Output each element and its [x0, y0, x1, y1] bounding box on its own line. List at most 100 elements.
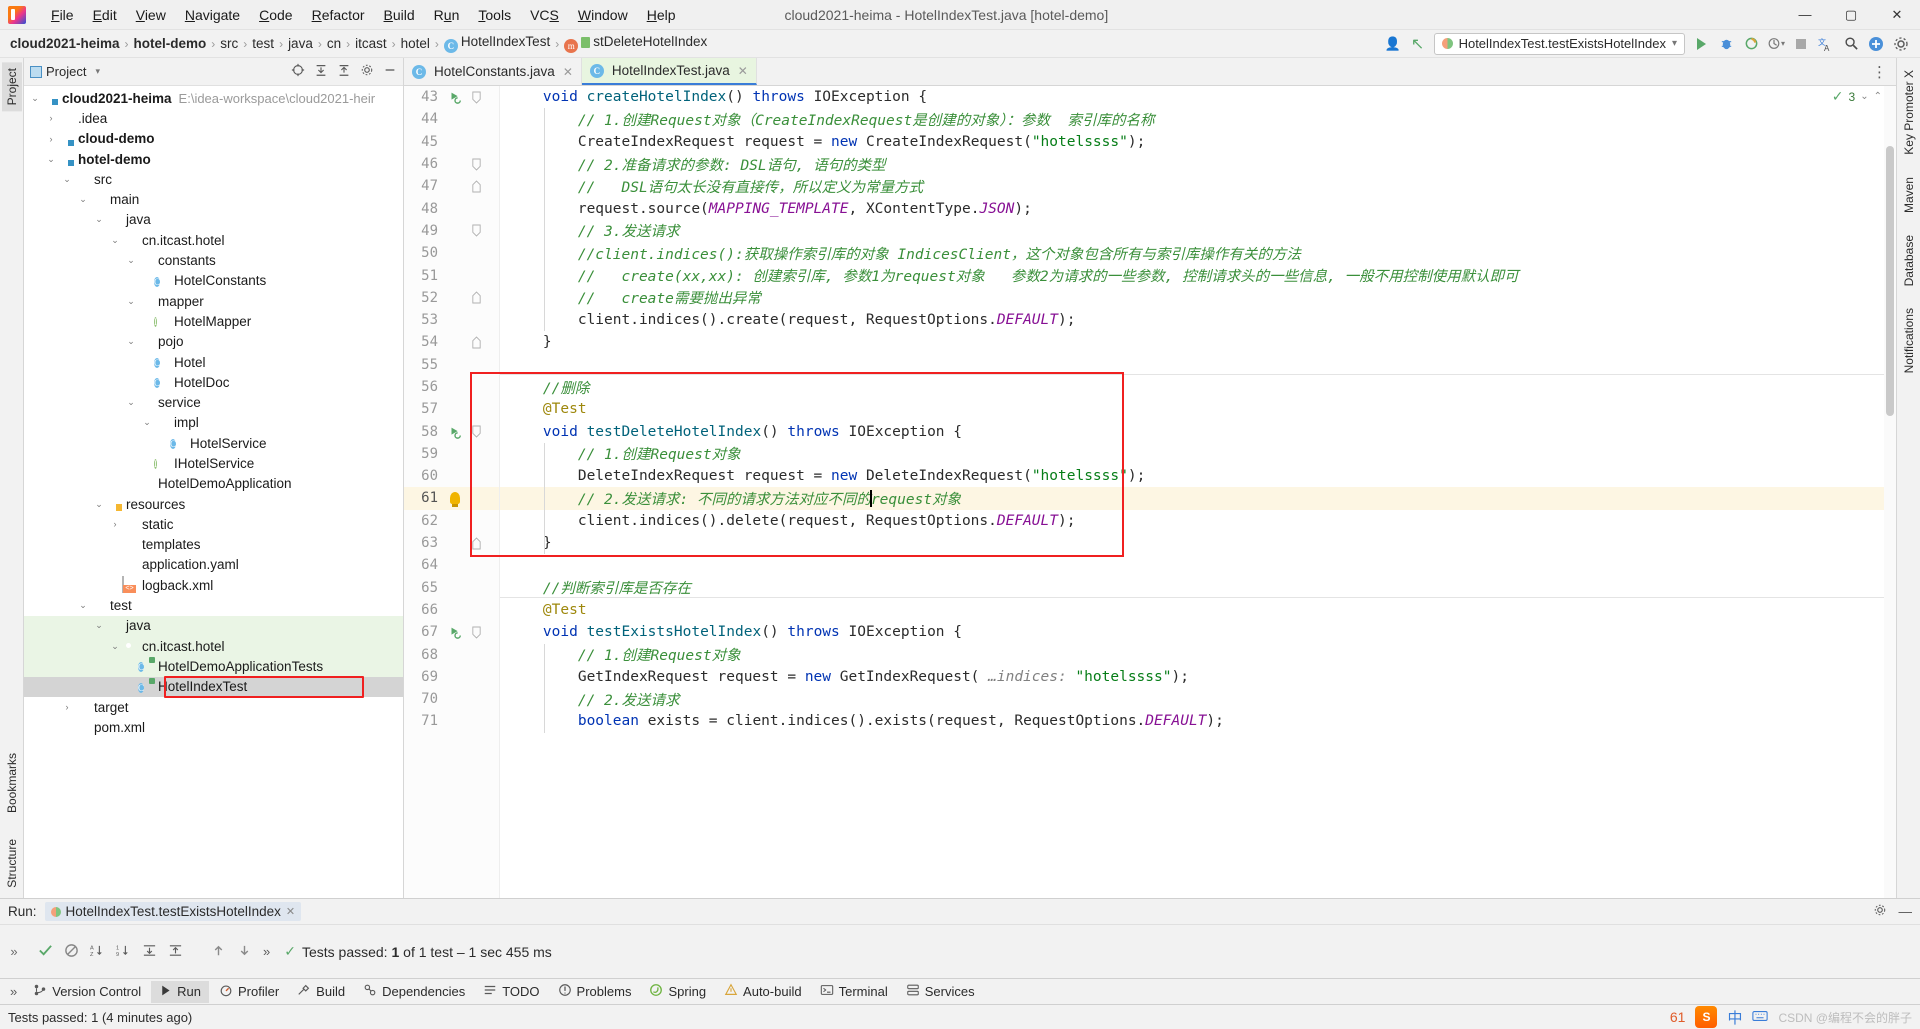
fold-collapse-icon[interactable] — [466, 91, 486, 104]
code-line-69[interactable]: GetIndexRequest request = new GetIndexRe… — [500, 666, 1896, 688]
coverage-button[interactable] — [1742, 35, 1760, 53]
code-line-47[interactable]: // DSL语句太长没有直接传，所以定义为常量方式 — [500, 175, 1896, 197]
code-content[interactable]: void createHotelIndex() throws IOExcepti… — [500, 86, 1896, 898]
menu-item-refactor[interactable]: Refactor — [303, 3, 374, 27]
test-results-toolbar[interactable]: AZ 19 » — [28, 943, 280, 961]
tree-node-ihotelservice[interactable]: I IHotelService — [24, 453, 403, 473]
code-line-44[interactable]: // 1.创建Request对象（CreateIndexRequest是创建的对… — [500, 108, 1896, 130]
tree-node-hotel-demo[interactable]: ⌄ hotel-demo — [24, 149, 403, 169]
code-line-63[interactable]: } — [500, 532, 1896, 554]
chevron-down-icon[interactable]: ⌄ — [124, 397, 138, 408]
code-line-58[interactable]: void testDeleteHotelIndex() throws IOExc… — [500, 420, 1896, 442]
code-line-68[interactable]: // 1.创建Request对象 — [500, 643, 1896, 665]
menu-item-view[interactable]: View — [127, 3, 175, 27]
tool-tab-key-promoter[interactable]: Key Promoter X — [1899, 64, 1919, 161]
prev-failed-test-icon[interactable] — [211, 943, 226, 961]
menu-item-edit[interactable]: Edit — [84, 3, 126, 27]
editor-tab-hotelconstants-java[interactable]: C HotelConstants.java ✕ — [404, 58, 582, 85]
show-ignored-icon[interactable] — [64, 943, 79, 961]
chevron-right-icon[interactable]: › — [44, 134, 58, 144]
tool-window-profiler[interactable]: Profiler — [211, 980, 287, 1003]
code-line-54[interactable]: } — [500, 331, 1896, 353]
code-line-70[interactable]: // 2.发送请求 — [500, 688, 1896, 710]
run-test-gutter-icon[interactable] — [444, 625, 466, 640]
code-line-67[interactable]: void testExistsHotelIndex() throws IOExc… — [500, 621, 1896, 643]
tree-node-main[interactable]: ⌄ main — [24, 189, 403, 209]
maximize-button[interactable]: ▢ — [1828, 0, 1874, 30]
stop-button[interactable] — [1792, 35, 1810, 53]
chevron-down-icon[interactable]: ⌄ — [60, 174, 74, 185]
run-test-gutter-icon[interactable] — [444, 425, 466, 439]
chevron-down-icon[interactable]: ⌄ — [28, 93, 42, 104]
more-options-icon[interactable]: » — [263, 944, 270, 959]
chevron-down-icon[interactable]: ⌄ — [1860, 91, 1868, 102]
tree-node-mapper[interactable]: ⌄ mapper — [24, 291, 403, 311]
scrollbar-thumb[interactable] — [1886, 146, 1894, 416]
breadcrumb-item-itcast[interactable]: itcast — [351, 35, 391, 52]
breadcrumb[interactable]: cloud2021-heima › hotel-demo › src › test › java… — [6, 33, 711, 54]
tree-node-impl[interactable]: ⌄ impl — [24, 413, 403, 433]
hide-panel-icon[interactable] — [383, 63, 397, 80]
gear-icon[interactable] — [1873, 903, 1887, 920]
tool-window-spring[interactable]: Spring — [641, 980, 714, 1003]
chevron-down-icon[interactable]: ⌄ — [76, 600, 90, 611]
tree-node-hotelservice[interactable]: C HotelService — [24, 433, 403, 453]
chevron-down-icon[interactable]: ⌄ — [92, 499, 106, 510]
tree-node-hotelindextest[interactable]: C HotelIndexTest — [24, 676, 403, 697]
tool-window-auto-build[interactable]: Auto-build — [716, 980, 810, 1003]
code-line-49[interactable]: // 3.发送请求 — [500, 220, 1896, 242]
fold-end-icon[interactable] — [466, 536, 486, 550]
minimize-panel-icon[interactable]: — — [1899, 904, 1913, 919]
fold-end-icon[interactable] — [466, 180, 486, 193]
code-line-48[interactable]: request.source(MAPPING_TEMPLATE, XConten… — [500, 197, 1896, 219]
run-session-tab[interactable]: HotelIndexTest.testExistsHotelIndex ✕ — [44, 902, 302, 921]
tool-window-build[interactable]: Build — [289, 980, 353, 1003]
tool-tab-notifications[interactable]: Notifications — [1899, 302, 1919, 379]
chevron-down-icon[interactable]: ⌄ — [92, 214, 106, 225]
tree-node-application-yaml[interactable]: application.yaml — [24, 555, 403, 575]
chevron-down-icon[interactable]: ⌄ — [108, 641, 122, 652]
code-line-59[interactable]: // 1.创建Request对象 — [500, 443, 1896, 465]
tree-node-hoteldemoapplication[interactable]: HotelDemoApplication — [24, 474, 403, 494]
menu-item-window[interactable]: Window — [569, 3, 637, 27]
next-failed-test-icon[interactable] — [237, 943, 252, 961]
expand-all-icon[interactable] — [314, 63, 328, 80]
breadcrumb-item-test[interactable]: test — [248, 35, 278, 52]
code-line-55[interactable] — [500, 354, 1896, 376]
code-line-52[interactable]: // create需要抛出异常 — [500, 287, 1896, 309]
tree-node-service[interactable]: ⌄ service — [24, 392, 403, 412]
tree-node-cloud-demo[interactable]: › cloud-demo — [24, 129, 403, 149]
collapse-all-icon[interactable] — [337, 63, 351, 80]
chevron-right-icon[interactable]: › — [44, 113, 58, 123]
chevron-down-icon[interactable]: ⌄ — [44, 154, 58, 165]
expand-toolwindow-bar-icon[interactable]: » — [4, 984, 23, 999]
code-line-71[interactable]: boolean exists = client.indices().exists… — [500, 710, 1896, 732]
code-line-43[interactable]: void createHotelIndex() throws IOExcepti… — [500, 86, 1896, 108]
tree-node-hotel[interactable]: C Hotel — [24, 352, 403, 372]
editor-gutter[interactable]: 43 44 45 46 47 48 49 50 51 52 53 54 55 56 57 58 59 60 61 62… — [404, 86, 500, 898]
tool-tab-project[interactable]: Project — [1, 62, 22, 112]
tool-window-services[interactable]: Services — [898, 980, 983, 1003]
code-editor[interactable]: 43 44 45 46 47 48 49 50 51 52 53 54 55 56 57 58 59 60 61 62… — [404, 86, 1896, 898]
tool-window-todo[interactable]: TODO — [475, 980, 547, 1003]
tree-node-logback-xml[interactable]: logback.xml — [24, 575, 403, 595]
tree-node-src[interactable]: ⌄ src — [24, 169, 403, 189]
tool-window-bar[interactable]: » Version Control Run Profiler Build Depende… — [0, 978, 1920, 1004]
tree-node-templates[interactable]: templates — [24, 535, 403, 555]
chevron-down-icon[interactable]: ⌄ — [124, 336, 138, 347]
show-passed-icon[interactable] — [38, 943, 53, 961]
breadcrumb-item-java[interactable]: java — [284, 35, 317, 52]
tool-tab-structure[interactable]: Structure — [2, 833, 22, 894]
chevron-down-icon[interactable]: ⌄ — [124, 255, 138, 266]
run-configuration-selector[interactable]: HotelIndexTest.testExistsHotelIndex ▾ — [1433, 32, 1685, 55]
tree-node--idea[interactable]: › .idea — [24, 108, 403, 128]
back-arrow-icon[interactable]: ↖ — [1409, 35, 1427, 53]
code-line-66[interactable]: @Test — [500, 599, 1896, 621]
menu-item-navigate[interactable]: Navigate — [176, 3, 249, 27]
settings-gear-icon[interactable] — [1892, 35, 1910, 53]
close-icon[interactable]: ✕ — [738, 64, 748, 78]
tree-node-target[interactable]: › target — [24, 697, 403, 717]
tree-node-hoteldemoapplicationtests[interactable]: C HotelDemoApplicationTests — [24, 656, 403, 677]
code-line-56[interactable]: //删除 — [500, 376, 1896, 398]
breadcrumb-item-src[interactable]: src — [216, 35, 242, 52]
